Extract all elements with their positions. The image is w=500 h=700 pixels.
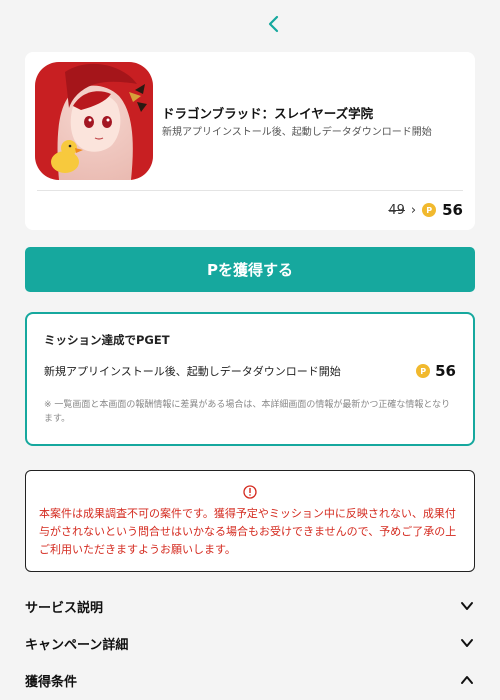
accordion-label: 獲得条件 — [25, 674, 78, 690]
accordion-campaign-details[interactable]: キャンペーン詳細 — [25, 631, 475, 655]
app-icon-image[interactable] — [35, 62, 153, 180]
chevron-left-icon — [268, 15, 279, 33]
mission-description: 新規アプリインストール後、起動しデータダウンロード開始 — [44, 365, 341, 378]
app-subtitle: 新規アプリインストール後、起動しデータダウンロード開始 — [162, 127, 432, 138]
points-row: 49 › P 56 — [388, 200, 463, 220]
old-points: 49 — [388, 202, 405, 218]
coin-icon: P — [422, 203, 437, 217]
accordion-service-description[interactable]: サービス説明 — [25, 594, 475, 618]
back-button[interactable] — [262, 12, 286, 36]
accordion-label: キャンペーン詳細 — [25, 637, 129, 653]
coin-icon: P — [416, 364, 431, 378]
app-card: ドラゴンブラッド：スレイヤーズ学院 新規アプリインストール後、起動しデータダウン… — [25, 52, 475, 230]
warning-text: 本案件は成果調査不可の案件です。獲得予定やミッション中に反映されない、成果付与が… — [39, 507, 457, 556]
mission-note: ※ 一覧画面と本画面の報酬情報に差異がある場合は、本詳細画面の情報が最新かつ正確… — [44, 400, 451, 424]
mission-title: ミッション達成でPGET — [44, 333, 170, 347]
mission-points-value: 56 — [435, 362, 456, 380]
accordion-label: サービス説明 — [25, 600, 104, 616]
chevron-down-icon — [461, 639, 473, 647]
mission-box: ミッション達成でPGET 新規アプリインストール後、起動しデータダウンロード開始… — [25, 312, 475, 446]
new-points: 56 — [442, 201, 463, 219]
info-icon — [243, 485, 257, 499]
accordion-acquisition-conditions[interactable]: 獲得条件 — [25, 668, 475, 692]
chevron-down-icon — [461, 602, 473, 610]
app-title: ドラゴンブラッド：スレイヤーズ学院 — [162, 106, 374, 121]
mission-points: P 56 — [416, 362, 456, 380]
warning-box: 本案件は成果調査不可の案件です。獲得予定やミッション中に反映されない、成果付与が… — [25, 470, 475, 572]
divider — [37, 190, 463, 191]
mission-row: 新規アプリインストール後、起動しデータダウンロード開始 P 56 — [44, 362, 456, 380]
chevron-up-icon — [461, 676, 473, 684]
get-points-button[interactable]: Pを獲得する — [25, 247, 475, 292]
chevron-right-icon: › — [410, 202, 417, 218]
